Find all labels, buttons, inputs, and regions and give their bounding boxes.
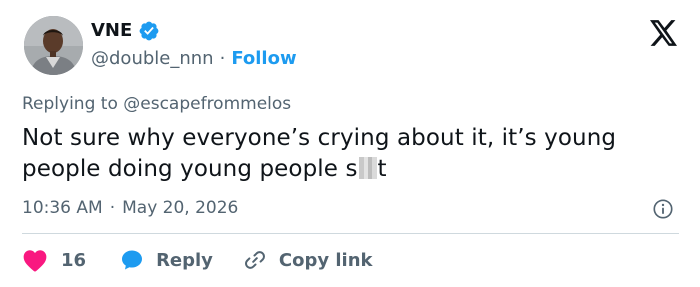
copy-link-label: Copy link <box>278 249 373 271</box>
like-button[interactable]: 16 <box>22 248 86 272</box>
author-handle[interactable]: @double_nnn <box>91 46 214 72</box>
like-count: 16 <box>61 249 87 271</box>
tweet-text: Not sure why everyone’s crying about it,… <box>22 123 682 185</box>
display-name[interactable]: VNE <box>91 19 132 43</box>
timestamp-separator: · <box>109 198 116 218</box>
reply-mention[interactable]: @escapefrommelos <box>123 94 291 114</box>
divider <box>22 233 679 234</box>
reply-bubble-icon <box>122 250 143 270</box>
avatar[interactable] <box>24 16 83 75</box>
x-logo-icon[interactable] <box>650 20 678 46</box>
info-icon[interactable] <box>652 198 674 220</box>
author-name-row: VNE <box>91 19 160 43</box>
action-bar: 16 Reply Copy link <box>22 246 373 274</box>
reply-button[interactable]: Reply <box>120 248 213 272</box>
link-icon <box>244 251 265 269</box>
tweet-text-end: t <box>377 156 387 182</box>
handle-separator: · <box>219 48 226 69</box>
tweet-date: May 20, 2026 <box>122 198 239 218</box>
follow-button[interactable]: Follow <box>231 46 296 72</box>
handle-row: @double_nnn · Follow <box>91 46 297 72</box>
heart-icon <box>23 250 47 272</box>
tweet-text-main: Not sure why everyone’s crying about it,… <box>22 125 617 182</box>
replying-to: Replying to @escapefrommelos <box>22 92 291 116</box>
copy-link-button[interactable]: Copy link <box>243 248 373 272</box>
tweet-timestamp[interactable]: 10:36 AM · May 20, 2026 <box>22 196 238 220</box>
tweet-time: 10:36 AM <box>22 198 103 218</box>
reply-label: Reply <box>156 249 213 271</box>
replying-to-prefix: Replying to <box>22 94 124 114</box>
verified-badge-icon <box>139 21 159 41</box>
censor-mark <box>358 157 377 179</box>
